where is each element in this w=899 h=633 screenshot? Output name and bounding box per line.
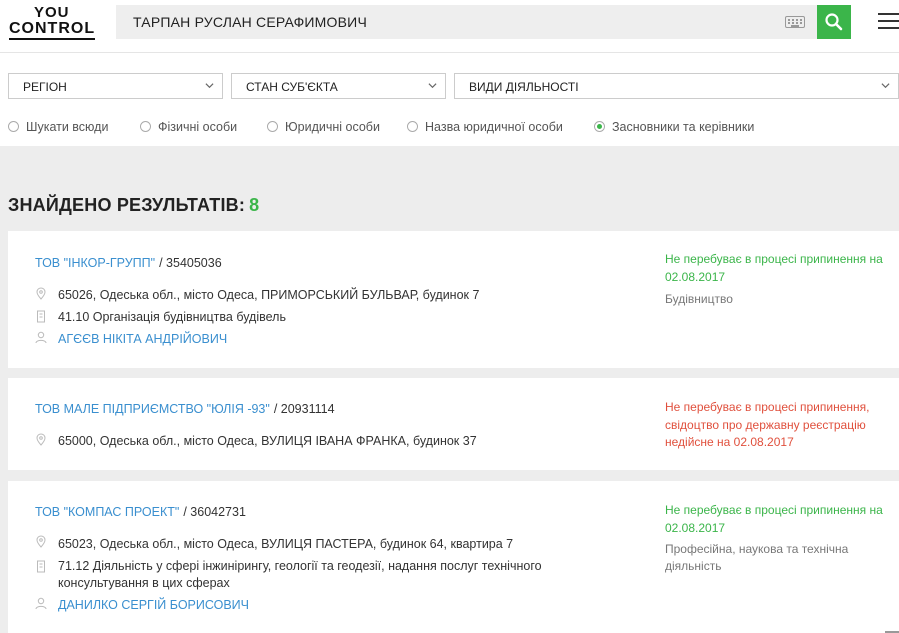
radio-label: Засновники та керівники (612, 120, 755, 134)
company-address: 65026, Одеська обл., місто Одеса, ПРИМОР… (58, 288, 480, 302)
keyboard-icon[interactable] (785, 16, 805, 28)
sector-text: Професійна, наукова та технічна діяльніс… (665, 542, 849, 573)
radio-dot[interactable] (8, 121, 19, 132)
company-name-link[interactable]: ТОВ "КОМПАС ПРОЕКТ" (35, 505, 179, 519)
company-activity: 71.12 Діяльність у сфері інжинірингу, ге… (58, 559, 542, 590)
search-button[interactable] (817, 5, 851, 39)
person-icon (35, 597, 47, 610)
status-text: Не перебуває в процесі припинення, свідо… (665, 400, 870, 449)
logo-line1: YOU (34, 4, 70, 21)
menu-icon[interactable] (878, 13, 899, 30)
search-query: ТАРПАН РУСЛАН СЕРАФИМОВИЧ (133, 14, 367, 30)
results-label: ЗНАЙДЕНО РЕЗУЛЬТАТІВ: (8, 195, 246, 215)
radio-label: Юридичні особи (285, 120, 380, 134)
state-select-label: СТАН СУБ'ЄКТА (246, 80, 338, 94)
map-pin-icon (36, 433, 46, 446)
radio-dot-selected[interactable] (594, 121, 605, 132)
state-select[interactable]: СТАН СУБ'ЄКТА (231, 73, 446, 99)
building-icon (37, 310, 45, 323)
company-activity: 41.10 Організація будівництва будівель (58, 310, 286, 324)
region-select-label: РЕГІОН (23, 80, 67, 94)
company-address: 65023, Одеська обл., місто Одеса, ВУЛИЦЯ… (58, 537, 514, 551)
radio-dot[interactable] (140, 121, 151, 132)
status-text: Не перебуває в процесі припинення на 02.… (665, 503, 883, 535)
chevron-down-icon (205, 83, 214, 89)
chevron-down-icon (428, 83, 437, 89)
company-address: 65000, Одеська обл., місто Одеса, ВУЛИЦЯ… (58, 434, 477, 448)
results-count: 8 (249, 195, 260, 215)
result-title: ТОВ МАЛЕ ПІДПРИЄМСТВО "ЮЛІЯ -93"/ 209311… (35, 402, 335, 416)
map-pin-icon (36, 535, 46, 548)
activities-select-label: ВИДИ ДІЯЛЬНОСТІ (469, 80, 579, 94)
result-card: ТОВ "КОМПАС ПРОЕКТ" / 36042731 65023, Оде… (8, 481, 899, 633)
radio-label: Назва юридичної особи (425, 120, 563, 134)
activities-select[interactable]: ВИДИ ДІЯЛЬНОСТІ (454, 73, 899, 99)
person-icon (35, 331, 47, 344)
result-card: ТОВ МАЛЕ ПІДПРИЄМСТВО "ЮЛІЯ -93"/ 209311… (8, 378, 899, 470)
company-name-link[interactable]: ТОВ "ІНКОР-ГРУПП" (35, 256, 155, 270)
person-link[interactable]: АГЄЄВ НІКІТА АНДРІЙОВИЧ (58, 332, 227, 346)
radio-label: Фізичні особи (158, 120, 238, 134)
company-code: / 36042731 (183, 505, 246, 519)
sector-text: Будівництво (665, 292, 733, 306)
radio-label: Шукати всюди (26, 120, 109, 134)
result-title: ТОВ "КОМПАС ПРОЕКТ" / 36042731 (35, 505, 246, 519)
company-name-link[interactable]: ТОВ МАЛЕ ПІДПРИЄМСТВО "ЮЛІЯ -93" (35, 402, 270, 416)
company-code: / 35405036 (159, 256, 222, 270)
map-pin-icon (36, 287, 46, 300)
region-select[interactable]: РЕГІОН (8, 73, 223, 99)
chevron-down-icon (881, 83, 890, 89)
results-heading: ЗНАЙДЕНО РЕЗУЛЬТАТІВ: 8 (8, 195, 259, 216)
status-text: Не перебуває в процесі припинення на 02.… (665, 252, 883, 284)
building-icon (37, 560, 45, 573)
logo-line2: CONTROL (9, 20, 96, 40)
logo[interactable]: YOU CONTROL (9, 4, 97, 40)
search-input[interactable]: ТАРПАН РУСЛАН СЕРАФИМОВИЧ (116, 5, 817, 39)
result-title: ТОВ "ІНКОР-ГРУПП" / 35405036 (35, 256, 222, 270)
search-icon (825, 13, 843, 31)
radio-dot[interactable] (267, 121, 278, 132)
company-code: / 20931114 (273, 402, 335, 416)
result-card: ТОВ "ІНКОР-ГРУПП" / 35405036 65026, Одесь… (8, 231, 899, 368)
header: YOU CONTROL ТАРПАН РУСЛАН СЕРАФИМОВИЧ (0, 0, 899, 53)
person-link[interactable]: ДАНИЛКО СЕРГІЙ БОРИСОВИЧ (58, 598, 249, 612)
radio-dot[interactable] (407, 121, 418, 132)
